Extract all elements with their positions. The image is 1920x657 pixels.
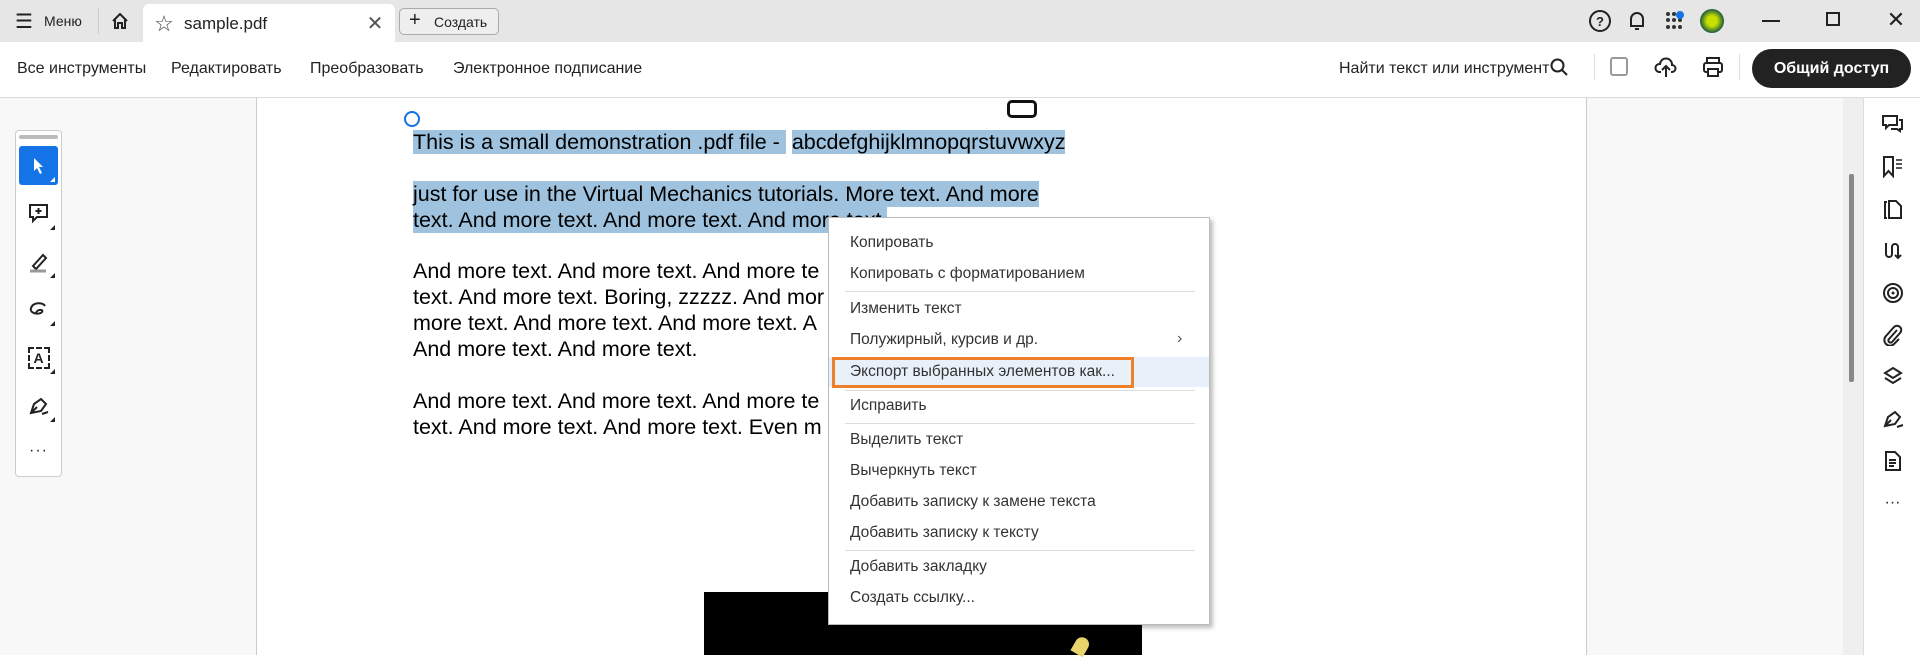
more-options-icon[interactable]: ··· [1864, 488, 1920, 518]
tool-convert[interactable]: Преобразовать [310, 60, 424, 78]
draw-tool[interactable] [19, 290, 58, 329]
comment-plus-icon [28, 203, 48, 223]
pen-sign-icon [29, 397, 48, 415]
divider [1594, 54, 1595, 80]
doc-line-9: text. And more text. And more text. Even… [413, 415, 822, 439]
canvas-background [1586, 98, 1843, 655]
attachments-icon[interactable] [1864, 320, 1920, 350]
home-icon[interactable] [108, 8, 132, 34]
bookmarks-icon[interactable] [1864, 152, 1920, 182]
divider [98, 8, 99, 34]
doc-line-6: more text. And more text. And more text.… [413, 311, 817, 335]
highlighter-icon [29, 253, 47, 272]
menu-item-add-bookmark[interactable]: Добавить закладку [829, 552, 1209, 582]
menu-separator [845, 291, 1195, 292]
tool-all-tools[interactable]: Все инструменты [17, 60, 146, 78]
selected-text: abcdefghijklmnopqrstuvwxyz [791, 130, 1066, 154]
star-icon[interactable]: ☆ [153, 11, 175, 36]
print-icon[interactable] [1702, 56, 1724, 78]
scrollbar-thumb[interactable] [1849, 174, 1854, 382]
doc-line-7: And more text. And more text. [413, 337, 698, 361]
search-tools-button[interactable]: Найти текст или инструмент [1339, 60, 1549, 78]
layers-icon[interactable] [1864, 362, 1920, 392]
doc-line-8: And more text. And more text. And more t… [413, 389, 820, 413]
plus-icon: + [409, 9, 421, 31]
pages-icon[interactable] [1864, 194, 1920, 224]
bell-icon[interactable] [1625, 8, 1649, 34]
close-window-icon[interactable]: ✕ [1885, 7, 1907, 32]
menu-item-text-style[interactable]: Полужирный, курсив и др. [829, 325, 1209, 355]
hamburger-menu-icon[interactable]: ☰ [14, 11, 34, 33]
tab-bar: ☰ Меню ☆ sample.pdf ✕ + Создать ? ✕ [0, 0, 1920, 42]
doc-line-3: text. And more text. And more text. And … [413, 207, 888, 233]
sign-tool[interactable] [19, 386, 58, 425]
text-box-tool[interactable]: A [19, 338, 58, 377]
menu-item-text-note[interactable]: Добавить записку к тексту [829, 518, 1209, 548]
create-button[interactable]: + Создать [399, 8, 499, 35]
rotate-handle-icon[interactable] [1007, 100, 1037, 118]
context-menu: Копировать Копировать с форматированием … [828, 217, 1210, 625]
tab-title: sample.pdf [184, 14, 268, 33]
main-toolbar [0, 42, 1920, 98]
tool-e-sign[interactable]: Электронное подписание [453, 60, 642, 78]
menu-item-copy[interactable]: Копировать [829, 228, 1209, 258]
menu-item-copy-formatted[interactable]: Копировать с форматированием [829, 259, 1209, 289]
doc-line-4: And more text. And more text. And more t… [413, 259, 820, 283]
image-detail [1070, 634, 1092, 657]
divider [1739, 54, 1740, 80]
menu-item-strikethrough[interactable]: Вычеркнуть текст [829, 456, 1209, 486]
save-icon[interactable] [1610, 57, 1628, 76]
vertical-scrollbar[interactable] [1843, 98, 1863, 655]
more-tools-icon[interactable]: ··· [19, 431, 58, 470]
menu-item-highlight-text[interactable]: Выделить текст [829, 425, 1209, 455]
create-label: Создать [434, 14, 488, 30]
cloud-upload-icon[interactable] [1654, 55, 1678, 79]
highlight-tool[interactable] [19, 242, 58, 281]
document-properties-icon[interactable] [1864, 446, 1920, 476]
doc-line-2: just for use in the Virtual Mechanics tu… [413, 181, 1039, 207]
quick-tools-bar: A ··· [15, 130, 62, 477]
close-tab-icon[interactable]: ✕ [365, 12, 385, 35]
highlight-annotation-box [832, 357, 1134, 388]
menu-item-create-link[interactable]: Создать ссылку... [829, 583, 1209, 613]
menu-button[interactable]: Меню [44, 13, 82, 29]
tool-edit[interactable]: Редактировать [171, 60, 282, 78]
menu-separator [845, 423, 1195, 424]
selection-start-handle[interactable] [404, 111, 420, 127]
right-sidebar: ··· [1863, 98, 1920, 655]
user-avatar[interactable] [1700, 9, 1724, 33]
search-icon[interactable] [1550, 58, 1568, 76]
menu-separator [845, 550, 1195, 551]
share-button[interactable]: Общий доступ [1752, 49, 1911, 88]
doc-line-5: text. And more text. Boring, zzzzz. And … [413, 285, 825, 309]
tab-sample-pdf[interactable]: ☆ sample.pdf ✕ [143, 4, 395, 42]
signatures-icon[interactable] [1864, 404, 1920, 434]
selected-text: This is a small demonstration .pdf file … [413, 130, 786, 154]
freehand-draw-icon [29, 301, 46, 315]
cursor-arrow-icon [33, 157, 43, 174]
reading-order-icon[interactable] [1864, 236, 1920, 266]
minimize-icon[interactable] [1762, 20, 1780, 22]
apps-grid-icon[interactable] [1665, 11, 1685, 31]
comments-icon[interactable] [1864, 110, 1920, 140]
add-comment-tool[interactable] [19, 194, 58, 233]
submenu-chevron-icon: › [1177, 330, 1183, 347]
text-box-icon: A [27, 346, 50, 369]
menu-item-fix[interactable]: Исправить [829, 391, 1209, 421]
drag-handle[interactable] [19, 135, 58, 139]
menu-item-replace-note[interactable]: Добавить записку к замене текста [829, 487, 1209, 517]
accessibility-target-icon[interactable] [1864, 278, 1920, 308]
doc-line-1: This is a small demonstration .pdf file … [413, 129, 1066, 155]
select-tool-button[interactable] [19, 146, 58, 185]
help-icon[interactable]: ? [1589, 10, 1611, 32]
menu-item-edit-text[interactable]: Изменить текст [829, 294, 1209, 324]
restore-icon[interactable] [1826, 12, 1840, 26]
